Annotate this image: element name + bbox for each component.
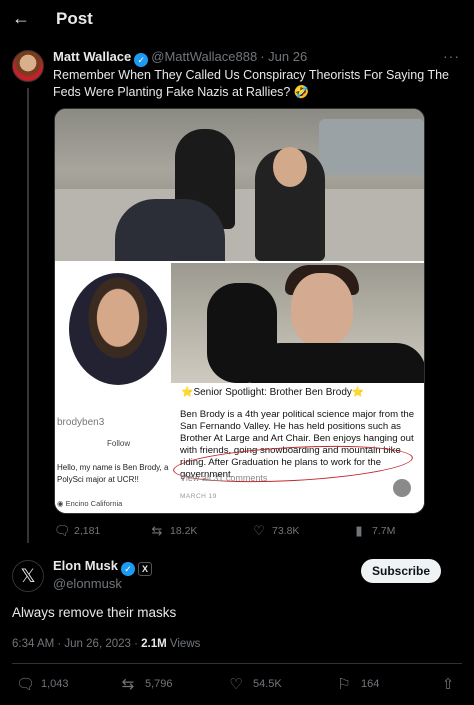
profile-bio: Hello, my name is Ben Brody, a PolySci m… xyxy=(57,463,169,484)
reply-icon: 🗨 xyxy=(54,523,71,538)
tweet-actions: 🗨 1,043 ⇆ 5,796 ♡ 54.5K ⚐ 164 ⇧ xyxy=(0,675,474,693)
like-button[interactable]: ♡ 73.8K xyxy=(252,524,299,538)
arrow-left-icon[interactable]: ← xyxy=(12,8,32,28)
author-line: Elon Musk ✓ X xyxy=(53,558,153,576)
repost-icon: ⇆ xyxy=(121,676,135,693)
reply-button[interactable]: 🗨 1,043 xyxy=(16,675,69,693)
subscribe-button[interactable]: Subscribe xyxy=(361,559,441,583)
author-line: Matt Wallace ✓ @MattWallace888 · Jun 26 xyxy=(53,49,307,67)
top-bar: ← Post xyxy=(0,0,474,38)
profile-location: ◉ Encino California xyxy=(57,499,123,508)
avatar[interactable] xyxy=(12,50,44,82)
bookmark-button[interactable]: ⚐ 164 xyxy=(336,675,379,693)
follow-label: Follow xyxy=(107,439,131,448)
timestamp[interactable]: 6:34 AM · Jun 26, 2023 · xyxy=(12,638,141,650)
verified-badge-icon: ✓ xyxy=(134,53,149,67)
more-options-icon[interactable]: ··· xyxy=(443,48,460,64)
verified-badge-icon: ✓ xyxy=(121,562,136,576)
profile-handle: brodyben3 xyxy=(57,417,105,428)
photo-street-scene xyxy=(55,109,424,261)
profile-screenshot: brodyben3 Follow Hello, my name is Ben B… xyxy=(55,263,170,513)
avatar[interactable]: 𝕏 xyxy=(12,560,44,592)
like-button[interactable]: ♡ 54.5K xyxy=(228,675,281,693)
spotlight-post: ⭐Senior Spotlight: Brother Ben Brody⭐ Be… xyxy=(171,383,424,513)
spotlight-date: MARCH 19 xyxy=(180,493,217,500)
tweet-text: Remember When They Called Us Conspiracy … xyxy=(53,68,449,99)
truck-shape xyxy=(319,119,424,175)
post-date: · Jun 26 xyxy=(260,49,308,64)
divider xyxy=(12,663,462,664)
views-count: 2.1M xyxy=(141,638,167,650)
photo-masked-person xyxy=(171,263,424,383)
author-name[interactable]: Matt Wallace xyxy=(53,49,131,64)
author-handle[interactable]: @elonmusk xyxy=(53,576,122,591)
heart-icon: ♡ xyxy=(229,676,243,693)
author-handle[interactable]: @MattWallace888 xyxy=(151,49,257,64)
tweet-media[interactable]: brodyben3 Follow Hello, my name is Ben B… xyxy=(54,108,425,514)
quoted-actions: 🗨 2,181 ⇆ 18.2K ♡ 73.8K ▮ 7.7M xyxy=(54,524,434,540)
author-name[interactable]: Elon Musk xyxy=(53,558,118,573)
quoted-tweet[interactable]: Matt Wallace ✓ @MattWallace888 · Jun 26 ···… xyxy=(0,40,474,548)
views-button[interactable]: ▮ 7.7M xyxy=(352,524,395,538)
spotlight-title: ⭐Senior Spotlight: Brother Ben Brody⭐ xyxy=(181,387,365,398)
heart-icon: ♡ xyxy=(253,523,265,538)
main-tweet: 𝕏 Elon Musk ✓ X @elonmusk Subscribe Always… xyxy=(0,552,474,705)
spotlight-comments: View all 31 comments xyxy=(180,473,268,483)
repost-icon: ⇆ xyxy=(151,523,163,538)
thread-line xyxy=(27,88,29,543)
share-icon: ⇧ xyxy=(441,676,455,693)
affiliate-badge: X xyxy=(138,562,153,576)
analytics-icon: ▮ xyxy=(355,523,363,538)
repost-button[interactable]: ⇆ 18.2K xyxy=(150,523,198,538)
reply-button[interactable]: 🗨 2,181 xyxy=(54,524,100,538)
share-button[interactable]: ⇧ xyxy=(440,675,456,693)
views-label: Views xyxy=(166,638,201,650)
camera-icon xyxy=(393,479,411,497)
repost-button[interactable]: ⇆ 5,796 xyxy=(120,675,173,693)
tweet-meta: 6:34 AM · Jun 26, 2023 · 2.1M Views xyxy=(12,638,200,650)
reply-icon: 🗨 xyxy=(16,676,36,693)
bookmark-icon: ⚐ xyxy=(337,676,351,693)
page-title: Post xyxy=(56,9,93,28)
tweet-text: Always remove their masks xyxy=(12,605,177,620)
profile-photo xyxy=(69,273,167,385)
